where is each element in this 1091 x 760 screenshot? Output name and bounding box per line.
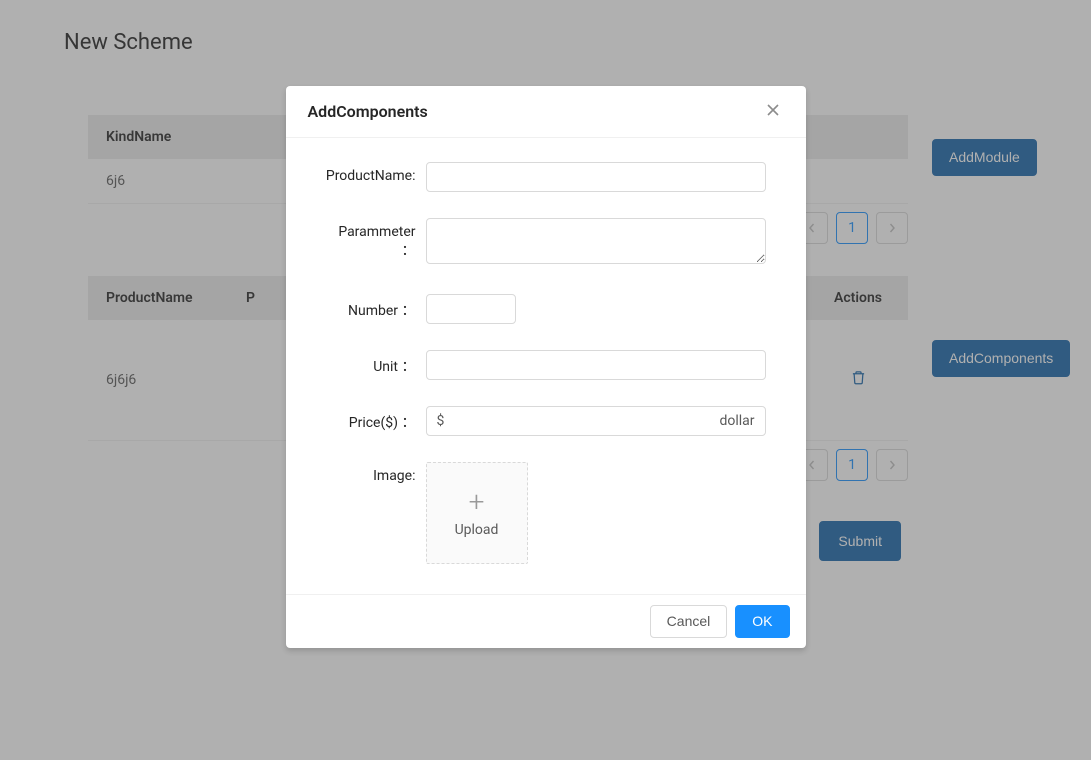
number-input[interactable] <box>426 294 516 324</box>
price-label: Price($) ： <box>326 406 426 432</box>
ok-button[interactable]: OK <box>735 605 789 638</box>
price-prefix: $ <box>437 413 445 429</box>
add-components-modal: AddComponents ProductName: Parammeter ： … <box>286 86 806 648</box>
price-input[interactable] <box>444 407 719 435</box>
image-upload-box[interactable]: + Upload <box>426 462 528 564</box>
productname-label: ProductName: <box>326 162 426 184</box>
number-label: Number ： <box>326 294 426 320</box>
unit-input[interactable] <box>426 350 766 380</box>
close-icon[interactable] <box>762 100 784 123</box>
image-label: Image: <box>326 462 426 484</box>
modal-title: AddComponents <box>308 102 428 121</box>
plus-icon: + <box>469 488 485 516</box>
productname-input[interactable] <box>426 162 766 192</box>
unit-label: Unit ： <box>326 350 426 376</box>
upload-text: Upload <box>455 522 499 538</box>
parammeter-input[interactable] <box>426 218 766 264</box>
modal-overlay: AddComponents ProductName: Parammeter ： … <box>0 0 1091 760</box>
cancel-button[interactable]: Cancel <box>650 605 728 638</box>
parammeter-label: Parammeter ： <box>326 218 426 260</box>
price-suffix: dollar <box>719 413 754 429</box>
